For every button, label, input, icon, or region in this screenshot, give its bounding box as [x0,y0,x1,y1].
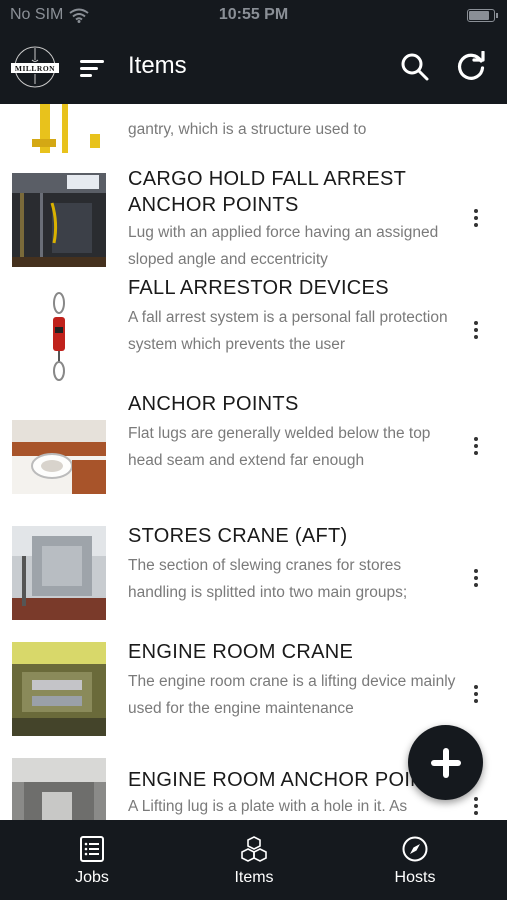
status-bar: No SIM 10:55 PM [0,0,507,32]
tab-items[interactable]: Items [194,820,314,900]
item-thumbnail [12,642,106,736]
app-bar: MILLRON Items [0,32,507,104]
item-thumbnail [12,420,106,494]
item-description: Lug with an applied force having an assi… [128,224,439,268]
item-title: CARGO HOLD FALL ARREST ANCHOR POINTS [128,168,406,216]
list-item[interactable]: FALL ARRESTOR DEVICES A fall arrest syst… [0,277,507,396]
item-thumbnail [12,173,106,267]
more-options-button[interactable] [466,794,486,818]
item-thumbnail [12,104,106,153]
status-time: 10:55 PM [218,6,289,23]
search-icon [401,53,429,81]
battery-fill [469,11,489,20]
tab-jobs[interactable]: Jobs [32,820,152,900]
page-title: Items [128,52,187,79]
tab-hosts[interactable]: Hosts [355,820,475,900]
item-description: A fall arrest system is a personal fall … [128,309,448,353]
item-description: The section of slewing cranes for stores… [128,557,408,601]
item-title: STORES CRANE (AFT) [128,525,348,547]
search-button[interactable] [400,52,430,82]
item-thumbnail [12,526,106,620]
tab-label: Hosts [394,869,436,886]
list-item[interactable]: ANCHOR POINTS Flat lugs are generally we… [0,393,507,512]
more-options-button[interactable] [466,566,486,590]
more-options-button[interactable] [466,318,486,342]
item-description: A Lifting lug is a plate with a hole in … [128,798,408,815]
refresh-icon [458,50,485,80]
item-description: Flat lugs are generally welded below the… [128,425,431,469]
more-options-button[interactable] [466,206,486,230]
item-thumbnail [12,758,106,820]
items-list: gantry, which is a structure used to CAR… [0,104,507,820]
item-thumbnail [12,289,106,383]
list-icon [80,836,104,862]
cubes-icon [241,836,267,862]
list-item[interactable]: STORES CRANE (AFT) The section of slewin… [0,512,507,628]
logo-text: MILLRON [14,64,56,73]
battery-icon [467,9,498,22]
list-item[interactable]: gantry, which is a structure used to [0,104,507,164]
item-title: FALL ARRESTOR DEVICES [128,277,389,299]
bottom-tab-bar: Jobs Items Hosts [0,820,507,900]
compass-icon [402,836,428,862]
menu-button[interactable] [78,54,106,82]
app-logo: MILLRON [10,44,60,90]
menu-icon [80,60,104,77]
tab-label: Jobs [75,869,109,886]
item-description: The engine room crane is a lifting devic… [128,673,456,717]
item-title: ENGINE ROOM CRANE [128,641,354,663]
item-title: ANCHOR POINTS [128,393,299,415]
plus-icon [431,748,461,778]
add-item-button[interactable] [408,725,483,800]
item-description: gantry, which is a structure used to [128,121,367,138]
refresh-button[interactable] [455,50,487,83]
more-options-button[interactable] [466,682,486,706]
list-item[interactable]: CARGO HOLD FALL ARREST ANCHOR POINTS Lug… [0,164,507,280]
tab-label: Items [234,869,274,886]
more-options-button[interactable] [466,434,486,458]
